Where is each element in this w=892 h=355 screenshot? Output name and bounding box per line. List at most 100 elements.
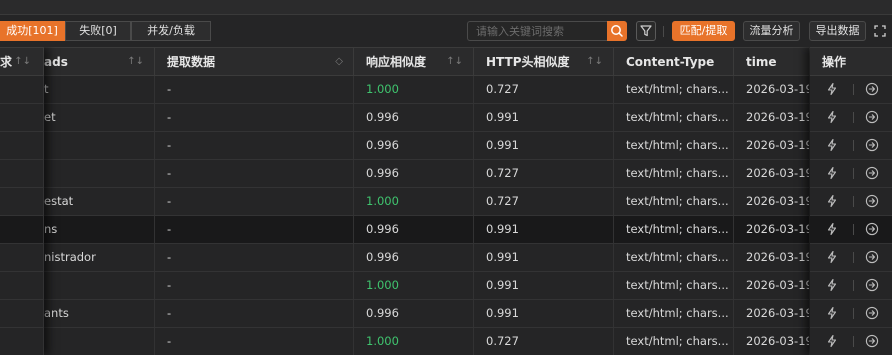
action-divider — [853, 308, 854, 319]
sort-icon[interactable]: ↑↓ — [127, 48, 144, 76]
cell-resp-sim: 0.996 — [354, 160, 474, 187]
tab-success[interactable]: 成功[101] — [0, 21, 65, 41]
header-content-type[interactable]: Content-Type — [614, 48, 734, 76]
tab-concurrency[interactable]: 并发/负载 — [131, 21, 211, 41]
lightning-icon[interactable] — [825, 194, 839, 208]
action-divider — [853, 140, 854, 151]
cell-extract: - — [155, 300, 354, 327]
cell-req — [0, 104, 44, 131]
cell-hdr-sim: 0.991 — [474, 104, 614, 131]
cell-payload: estat — [44, 188, 155, 215]
cell-payload: ns — [44, 216, 155, 243]
lightning-icon[interactable] — [825, 306, 839, 320]
action-divider — [853, 224, 854, 235]
cell-extract: - — [155, 328, 354, 355]
cell-req — [0, 216, 44, 243]
tab-failed[interactable]: 失败[0] — [65, 21, 131, 41]
table-row[interactable]: -0.996 0.991 text/html; chars... 2026-03-19 — [0, 132, 892, 160]
cell-hdr-sim: 0.727 — [474, 76, 614, 103]
cell-hdr-sim: 0.991 — [474, 132, 614, 159]
header-label: time — [746, 55, 777, 69]
lightning-icon[interactable] — [825, 82, 839, 96]
window-top-strip — [0, 0, 892, 15]
arrow-circle-right-icon[interactable] — [865, 278, 879, 292]
cell-resp-sim: 0.996 — [354, 104, 474, 131]
row-actions — [810, 300, 892, 327]
action-divider — [853, 336, 854, 347]
filter-button[interactable] — [636, 21, 656, 41]
arrow-circle-right-icon[interactable] — [865, 222, 879, 236]
header-payloads[interactable]: ads ↑↓ — [44, 48, 155, 76]
table-row[interactable]: estat -1.000 0.727 text/html; chars... 2026-… — [0, 188, 892, 216]
arrow-circle-right-icon[interactable] — [865, 110, 879, 124]
cell-payload — [44, 160, 155, 187]
table-row[interactable]: -1.000 0.727 text/html; chars... 2026-03-19 — [0, 328, 892, 355]
cell-payload — [44, 272, 155, 299]
header-time[interactable]: time — [734, 48, 810, 76]
row-actions — [810, 160, 892, 187]
cell-resp-sim: 1.000 — [354, 76, 474, 103]
arrow-circle-right-icon[interactable] — [865, 194, 879, 208]
sort-icon[interactable]: ◇ — [335, 48, 343, 76]
table-row[interactable]: -1.000 0.991 text/html; chars... 2026-03-19 — [0, 272, 892, 300]
results-toolbar: 成功[101] 失败[0] 并发/负载 匹配/提取 流量分析 导出数据 — [0, 15, 892, 47]
lightning-icon[interactable] — [825, 334, 839, 348]
lightning-icon[interactable] — [825, 138, 839, 152]
header-http-header-similarity[interactable]: HTTP头相似度 ↑↓ — [474, 48, 614, 76]
table-row[interactable]: nistrador -0.996 0.991 text/html; chars... 2… — [0, 244, 892, 272]
cell-time: 2026-03-19 — [734, 104, 810, 131]
cell-time: 2026-03-19 — [734, 132, 810, 159]
cell-extract: - — [155, 104, 354, 131]
lightning-icon[interactable] — [825, 110, 839, 124]
header-extract-data[interactable]: 提取数据 ◇ — [155, 48, 354, 76]
header-label: 操作 — [822, 55, 847, 69]
action-divider — [853, 168, 854, 179]
cell-hdr-sim: 0.991 — [474, 272, 614, 299]
table-row[interactable]: ants -0.996 0.991 text/html; chars... 2026-0… — [0, 300, 892, 328]
search-button[interactable] — [607, 21, 627, 41]
arrow-circle-right-icon[interactable] — [865, 166, 879, 180]
sort-icon[interactable]: ↑↓ — [446, 48, 463, 76]
cell-resp-sim: 1.000 — [354, 272, 474, 299]
cell-time: 2026-03-19 — [734, 272, 810, 299]
table-header: 求 ↑↓ ads ↑↓ 提取数据 ◇ 响应相似度 ↑↓ HTTP头相似度 ↑↓ … — [0, 47, 892, 76]
row-actions — [810, 132, 892, 159]
arrow-circle-right-icon[interactable] — [865, 334, 879, 348]
cell-payload: et — [44, 104, 155, 131]
cell-ctype: text/html; chars... — [614, 188, 734, 215]
cell-resp-sim: 0.996 — [354, 244, 474, 271]
lightning-icon[interactable] — [825, 166, 839, 180]
lightning-icon[interactable] — [825, 222, 839, 236]
header-label: 响应相似度 — [366, 55, 427, 69]
table-row[interactable]: ns -0.996 0.991 text/html; chars... 2026-03-… — [0, 216, 892, 244]
table-row[interactable]: t -1.000 0.727 text/html; chars... 2026-03-1… — [0, 76, 892, 104]
cell-resp-sim: 0.996 — [354, 132, 474, 159]
action-divider — [853, 252, 854, 263]
fullscreen-button[interactable] — [873, 24, 887, 38]
table-row[interactable]: et -0.996 0.991 text/html; chars... 2026-03-… — [0, 104, 892, 132]
cell-extract: - — [155, 132, 354, 159]
cell-req — [0, 300, 44, 327]
cell-payload: t — [44, 76, 155, 103]
sort-icon[interactable]: ↑↓ — [586, 48, 603, 76]
lightning-icon[interactable] — [825, 278, 839, 292]
cell-time: 2026-03-19 — [734, 300, 810, 327]
row-actions — [810, 216, 892, 243]
arrow-circle-right-icon[interactable] — [865, 306, 879, 320]
arrow-circle-right-icon[interactable] — [865, 82, 879, 96]
traffic-analysis-button[interactable]: 流量分析 — [743, 21, 800, 41]
header-response-similarity[interactable]: 响应相似度 ↑↓ — [354, 48, 474, 76]
arrow-circle-right-icon[interactable] — [865, 138, 879, 152]
cell-req — [0, 188, 44, 215]
header-label: ads — [44, 55, 68, 69]
arrow-circle-right-icon[interactable] — [865, 250, 879, 264]
sort-icon[interactable]: ↑↓ — [14, 48, 31, 76]
table-row[interactable]: -0.996 0.727 text/html; chars... 2026-03-19 — [0, 160, 892, 188]
search-input[interactable] — [467, 21, 607, 41]
export-data-button[interactable]: 导出数据 — [809, 21, 866, 41]
header-request[interactable]: 求 ↑↓ — [0, 48, 44, 76]
cell-ctype: text/html; chars... — [614, 76, 734, 103]
cell-payload — [44, 132, 155, 159]
match-extract-button[interactable]: 匹配/提取 — [672, 21, 735, 41]
lightning-icon[interactable] — [825, 250, 839, 264]
